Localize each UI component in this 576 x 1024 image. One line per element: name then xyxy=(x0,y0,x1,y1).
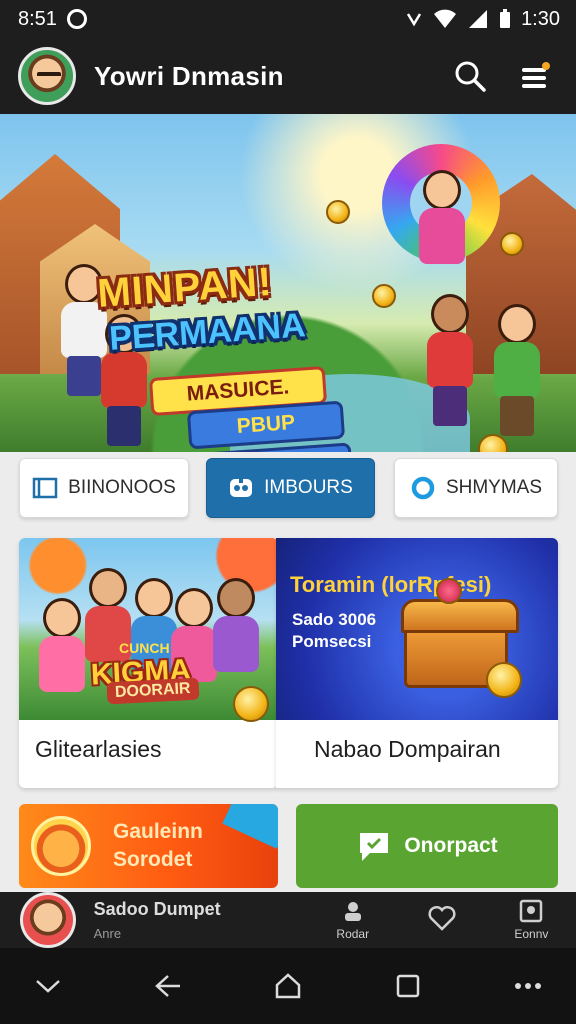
coin-illustration xyxy=(500,232,524,256)
card-artwork: Toramin (lorRpfesi) Sado 3006 Pomsecsi xyxy=(276,538,558,720)
more-button[interactable] xyxy=(506,964,550,1008)
ribbon-decoration xyxy=(222,804,278,849)
content-card[interactable]: Toramin (lorRpfesi) Sado 3006 Pomsecsi N… xyxy=(276,538,558,788)
category-label: IMBOURS xyxy=(264,477,353,498)
category-button-biinonoos[interactable]: BIINONOOS xyxy=(19,458,189,518)
menu-button[interactable] xyxy=(514,54,558,98)
person-icon xyxy=(344,902,361,921)
promo-line: Gauleinn xyxy=(113,820,203,843)
more-dots-icon xyxy=(515,983,541,989)
card-art-subtitle: Pomsecsi xyxy=(292,632,372,651)
status-time: 8:51 xyxy=(18,7,57,30)
chat-bubble-icon xyxy=(360,833,389,861)
gem-illustration xyxy=(436,578,462,604)
coin-illustration xyxy=(326,200,350,224)
category-label: SHMYMAS xyxy=(445,477,543,498)
coin-illustration xyxy=(233,686,269,722)
nav-item-eonnv[interactable]: Eonnv xyxy=(487,899,576,941)
gamepad-icon xyxy=(230,478,253,497)
nav-item-label: Rodar xyxy=(336,927,370,941)
category-label: BIINONOOS xyxy=(68,477,176,498)
home-icon xyxy=(275,973,301,999)
status-circle-icon xyxy=(66,9,87,29)
status-bar: 8:51 1:30 xyxy=(0,0,576,38)
search-button[interactable] xyxy=(448,54,492,98)
avatar[interactable] xyxy=(18,47,76,105)
wifi-icon xyxy=(434,9,457,28)
coin-illustration xyxy=(372,284,396,308)
home-button[interactable] xyxy=(266,964,310,1008)
back-arrow-icon xyxy=(155,975,180,997)
card-label: Glitearlasies xyxy=(35,736,162,762)
category-button-shmymas[interactable]: SHMYMAS xyxy=(394,458,558,518)
profile-summary[interactable]: Sadoo Dumpet Anre xyxy=(94,899,283,941)
promo-button[interactable]: Gauleinn Sorodet xyxy=(19,804,278,888)
card-art-subtitle: Sado 3006 xyxy=(292,610,377,629)
square-icon xyxy=(396,974,420,998)
child-illustration xyxy=(482,304,552,436)
promo-line: Sorodet xyxy=(113,848,193,871)
app-screen: 8:51 1:30 Yowri Dnmasin MINPAN! PERMAANA… xyxy=(0,0,576,1024)
back-button[interactable] xyxy=(146,964,190,1008)
recents-button[interactable] xyxy=(386,964,430,1008)
child-illustration xyxy=(412,170,472,280)
collapse-button[interactable] xyxy=(26,964,70,1008)
chevron-down-icon xyxy=(36,980,60,993)
connect-button[interactable]: Onorpact xyxy=(296,804,558,888)
nav-item-label: Eonnv xyxy=(514,927,549,941)
folder-icon xyxy=(32,477,58,499)
status-battery-time: 1:30 xyxy=(521,7,560,30)
search-icon xyxy=(455,61,486,92)
category-button-imbours[interactable]: IMBOURS xyxy=(206,458,375,518)
system-nav-bar xyxy=(0,948,576,1024)
card-artwork: CUNCH KIGMA DOORAIR xyxy=(19,538,278,722)
photo-icon xyxy=(520,899,543,923)
profile-name: Sadoo Dumpet xyxy=(93,899,221,919)
avatar[interactable] xyxy=(20,892,76,948)
bottom-nav: Sadoo Dumpet Anre Rodar Eonnv xyxy=(0,892,576,948)
nav-item-rodar[interactable]: Rodar xyxy=(308,899,397,941)
connect-label: Onorpact xyxy=(404,834,498,857)
card-label: Nabao Dompairan xyxy=(314,736,501,762)
profile-subtitle: Anre xyxy=(93,926,122,941)
app-title: Yowri Dnmasin xyxy=(94,60,284,91)
coin-illustration xyxy=(486,662,522,698)
hero-banner[interactable]: MINPAN! PERMAANA MASUICE. PBUP VAMOOL ☆☆… xyxy=(0,114,576,452)
child-illustration xyxy=(213,578,259,688)
coin-illustration xyxy=(478,434,508,452)
nfc-icon xyxy=(406,13,422,27)
ring-icon xyxy=(411,476,435,500)
heart-icon xyxy=(428,905,456,931)
child-illustration xyxy=(39,598,85,708)
child-illustration xyxy=(410,294,490,434)
fox-icon xyxy=(31,816,91,876)
signal-icon xyxy=(469,10,488,28)
content-card[interactable]: CUNCH KIGMA DOORAIR Glitearlasies xyxy=(19,538,278,788)
app-bar: Yowri Dnmasin xyxy=(0,38,576,114)
menu-icon xyxy=(522,62,550,88)
nav-item-favorites[interactable] xyxy=(397,905,486,935)
battery-icon xyxy=(500,9,511,28)
card-art-top: CUNCH xyxy=(119,640,170,656)
